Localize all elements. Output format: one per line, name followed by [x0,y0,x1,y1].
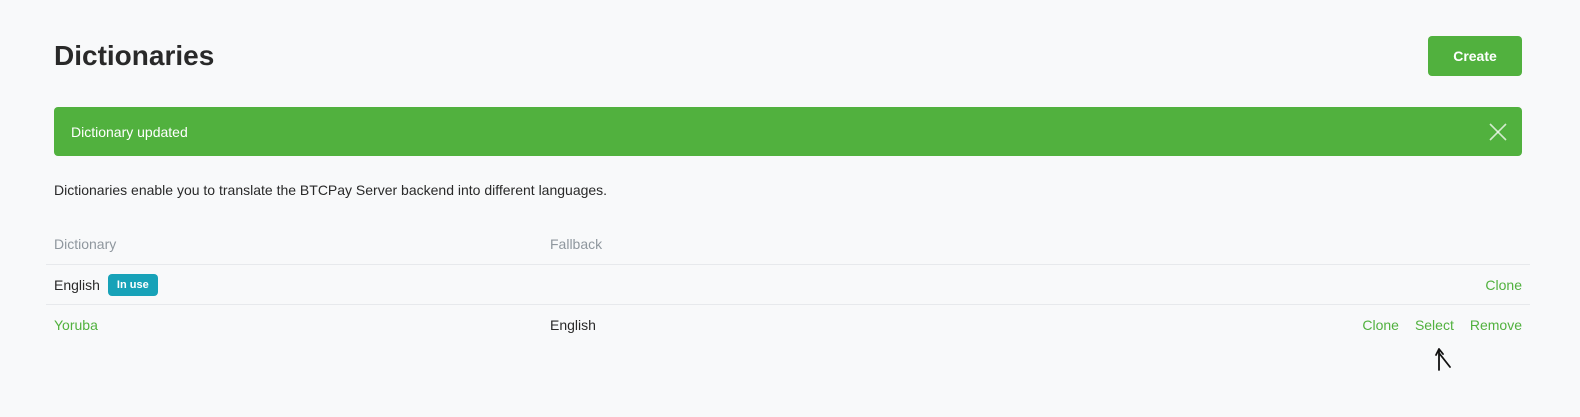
dictionary-name-cell: Yoruba [54,317,98,333]
page-header: Dictionaries Create [54,36,1522,76]
row-actions: Clone [1485,277,1522,293]
remove-link[interactable]: Remove [1470,317,1522,333]
alert-message: Dictionary updated [71,123,188,140]
success-alert: Dictionary updated [54,107,1522,156]
table-row: English In use Clone [46,265,1530,305]
table-row: Yoruba English Clone Select Remove [46,305,1530,345]
dictionaries-table: Dictionary Fallback English In use Clone… [46,224,1530,345]
fallback-cell: English [550,317,596,333]
cursor-icon [1434,345,1454,373]
dictionary-name-cell: English In use [54,273,158,296]
page: Dictionaries Create Dictionary updated D… [0,0,1580,417]
dictionary-name-link[interactable]: Yoruba [54,317,98,333]
clone-link[interactable]: Clone [1362,317,1399,333]
page-description: Dictionaries enable you to translate the… [54,182,608,198]
page-title: Dictionaries [54,40,215,71]
in-use-badge: In use [107,273,158,296]
row-actions: Clone Select Remove [1362,317,1522,333]
column-header-fallback: Fallback [550,236,603,252]
clone-link[interactable]: Clone [1485,277,1522,293]
select-link[interactable]: Select [1415,317,1454,333]
create-button[interactable]: Create [1428,36,1522,76]
column-header-dictionary: Dictionary [54,236,117,252]
close-icon[interactable] [1488,122,1508,142]
table-header-row: Dictionary Fallback [46,224,1530,265]
dictionary-name: English [54,276,100,293]
